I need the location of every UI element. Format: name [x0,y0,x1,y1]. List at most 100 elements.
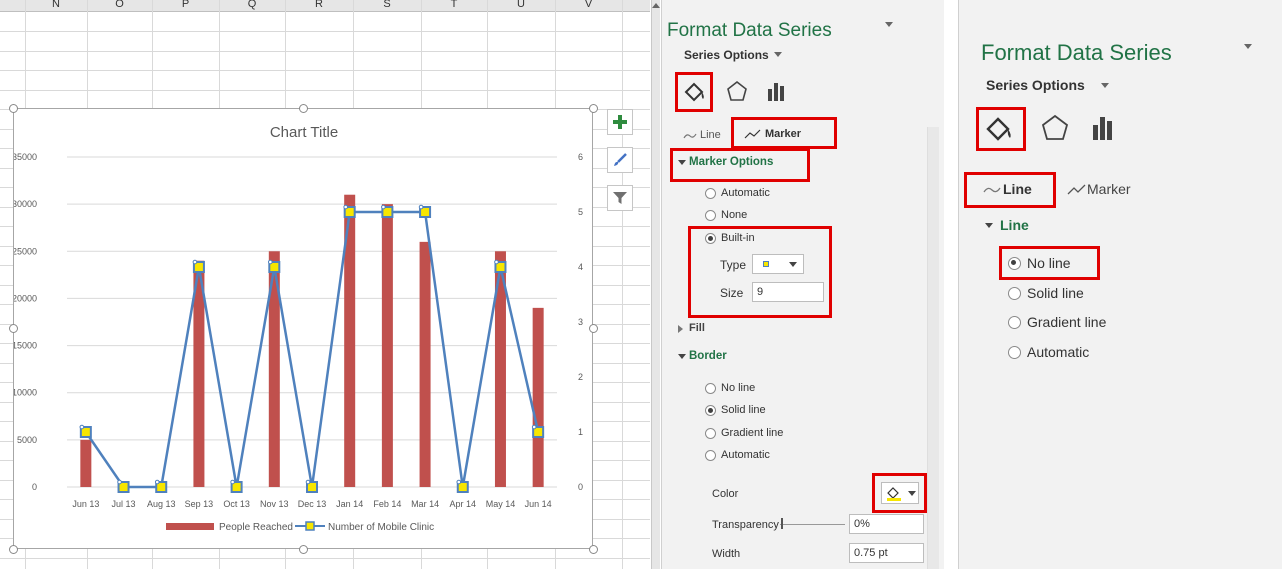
legend-label-bar: People Reached [219,522,293,533]
fill-line-icon[interactable] [683,80,707,104]
spreadsheet-area[interactable]: NOPQRSTUV Chart Title 0 5000 10000 15000 2000… [0,0,650,569]
line-tab-icon [983,187,1001,193]
image-gap [944,0,958,569]
paint-bucket-icon [887,487,901,501]
size-label: Size [720,286,744,300]
color-label: Color [712,488,739,500]
line-marker-handle [531,424,537,430]
column-letter[interactable]: N [26,0,86,10]
vertical-scrollbar[interactable] [651,0,660,569]
radio-border-gradient-line[interactable] [705,428,716,439]
line-header[interactable]: Line [1000,217,1029,233]
tab-line[interactable]: Line [1003,181,1032,197]
chart-elements-button[interactable] [607,109,633,135]
series-options-bars-icon[interactable] [765,80,787,102]
effects-pentagon-icon[interactable] [726,80,748,102]
bar-people-reached [532,307,544,487]
marker-options-header[interactable]: Marker Options [689,156,773,168]
chart-resize-handle[interactable] [9,324,18,333]
column-letter[interactable]: S [357,0,417,10]
line-marker-handle [117,479,122,485]
x-tick-label: Sep 13 [185,499,214,509]
expand-caret-icon[interactable] [678,325,683,333]
radio-label: Gradient line [721,427,784,439]
format-data-series-pane-marker: Format Data Series Series Options Line M… [661,0,944,569]
chart-resize-handle[interactable] [9,545,18,554]
pane-menu-caret-icon[interactable] [885,22,893,27]
tab-marker[interactable]: Marker [1087,181,1131,197]
transparency-spinner[interactable]: 0% [849,514,924,534]
line-marker-handle [456,479,462,485]
radio-line-solid-line[interactable] [1008,287,1021,300]
marker-size-spinner[interactable]: 9 [752,282,824,302]
size-value: 9 [757,286,764,298]
expand-caret-icon[interactable] [985,223,993,228]
pane-scrollbar[interactable] [927,127,939,569]
series-options-dropdown[interactable]: Series Options [986,77,1085,93]
fill-line-icon[interactable] [985,114,1015,144]
transparency-slider-thumb[interactable] [781,518,783,529]
x-tick-label: Dec 13 [298,499,327,509]
radio-label: Solid line [1027,285,1084,301]
border-header[interactable]: Border [689,350,727,362]
column-letter[interactable]: R [289,0,349,10]
x-tick-label: Jul 13 [112,499,136,509]
radio-marker-automatic[interactable] [705,188,716,199]
radio-border-no-line[interactable] [705,383,716,394]
line-marker-handle [79,424,85,430]
column-letter[interactable]: O [90,0,150,10]
series-options-dropdown[interactable]: Series Options [684,48,769,62]
chart-styles-button[interactable] [607,147,633,173]
filter-icon [613,192,627,204]
chart-resize-handle[interactable] [9,104,18,113]
plus-icon [613,115,627,129]
expand-caret-icon[interactable] [678,160,686,165]
line-marker-handle [494,259,499,265]
radio-border-solid-line[interactable] [705,405,716,416]
radio-label: No line [1027,255,1071,271]
pane-menu-caret-icon[interactable] [1244,44,1252,49]
y-tick-label: 30000 [14,199,37,209]
x-tick-label: Jun 13 [72,499,99,509]
column-letter[interactable]: P [156,0,216,10]
marker-type-select[interactable] [752,254,804,274]
marker-tab-icon [1067,184,1086,195]
radio-marker-none[interactable] [705,210,716,221]
transparency-slider[interactable] [780,524,845,525]
tab-marker[interactable]: Marker [765,128,801,140]
expand-caret-icon[interactable] [678,354,686,359]
chart-resize-handle[interactable] [299,104,308,113]
radio-marker-builtin[interactable] [705,233,716,244]
chart-filters-button[interactable] [607,185,633,211]
column-letter[interactable]: V [559,0,619,10]
combo-chart[interactable]: Chart Title 0 5000 10000 15000 20000 25000 3000… [13,108,593,549]
series-options-bars-icon[interactable] [1089,114,1117,142]
radio-line-automatic[interactable] [1008,346,1021,359]
effects-pentagon-icon[interactable] [1041,114,1069,142]
fill-header[interactable]: Fill [689,322,705,334]
transparency-value: 0% [854,518,870,530]
radio-line-gradient-line[interactable] [1008,316,1021,329]
chart-resize-handle[interactable] [589,324,598,333]
tab-line[interactable]: Line [700,129,721,141]
radio-label: Automatic [721,449,770,461]
line-tab-icon [683,133,697,139]
paintbrush-icon [614,153,627,166]
bar-people-reached [80,439,92,487]
legend-label-line: Number of Mobile Clinic [328,522,434,533]
radio-label: None [721,209,748,221]
width-value: 0.75 pt [854,547,888,559]
width-spinner[interactable]: 0.75 pt [849,543,924,563]
chart-resize-handle[interactable] [589,104,598,113]
column-letter[interactable]: Q [222,0,282,10]
chart-resize-handle[interactable] [299,545,308,554]
radio-border-automatic[interactable] [705,450,716,461]
column-letter[interactable]: T [424,0,484,10]
chart-resize-handle[interactable] [589,545,598,554]
row-gridline [0,31,650,32]
width-label: Width [712,548,741,560]
border-color-picker[interactable] [881,482,919,504]
scroll-up-arrow-icon[interactable] [652,3,660,8]
column-letter[interactable]: U [491,0,551,10]
radio-line-no-line[interactable] [1008,257,1021,270]
